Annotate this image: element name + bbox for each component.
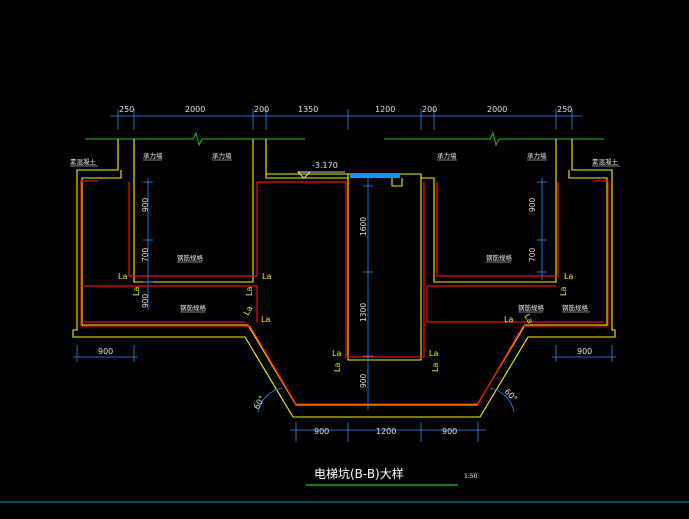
angle-right-text: 60° [503, 387, 519, 403]
la-label: La [522, 313, 535, 326]
dim-text: 250 [557, 105, 572, 114]
vdim-text: 900 [141, 197, 150, 212]
side-dimensions [73, 345, 616, 362]
elevation-hatch [350, 174, 400, 178]
angle-left-text: 60° [252, 394, 267, 411]
la-label: La [262, 272, 271, 281]
la-label: La [242, 304, 255, 317]
label-text: 承力墙 [527, 151, 547, 160]
dim-text: 1200 [376, 427, 396, 436]
dim-text: 250 [119, 105, 134, 114]
label-text: 钢筋规格 [177, 253, 204, 262]
vdim-text: 700 [141, 247, 150, 262]
dim-text: 2000 [487, 105, 507, 114]
concrete-outline [72, 139, 616, 418]
dim-text: 900 [442, 427, 457, 436]
top-dimension-line [110, 109, 582, 130]
label-text: 钢筋规格 [180, 303, 207, 312]
dim-text: 1350 [298, 105, 318, 114]
label-text: 承力墙 [437, 151, 457, 160]
dim-text: 2000 [185, 105, 205, 114]
la-label: La [332, 349, 341, 358]
la-label: La [429, 349, 438, 358]
label-text: 钢筋规格 [562, 303, 589, 312]
dim-text: 1200 [375, 105, 395, 114]
label-text: 素混凝土 [592, 157, 619, 166]
drawing-scale: 1:50 [464, 473, 478, 480]
label-text: 钢筋规格 [486, 253, 513, 262]
elevator-pit-section-drawing: 250 2000 200 1350 1200 200 2000 250 -3.1… [0, 105, 689, 503]
vertical-dims: 900 700 900 1600 1300 900 900 700 [141, 197, 537, 388]
center-markers [143, 178, 547, 410]
label-text: 素混凝土 [70, 157, 97, 166]
elevation-text: -3.170 [312, 161, 338, 170]
vdim-text: 900 [528, 197, 537, 212]
la-label: La [132, 287, 141, 296]
vdim-text: 900 [359, 373, 368, 388]
vdim-text: 700 [528, 247, 537, 262]
vdim-text: 900 [141, 293, 150, 308]
vdim-text: 1600 [359, 217, 368, 236]
la-label: La [564, 272, 573, 281]
la-label: La [504, 315, 513, 324]
vdim-text: 1300 [359, 303, 368, 322]
la-label: La [431, 363, 440, 372]
dim-text: 900 [314, 427, 329, 436]
right-offset-text: 900 [577, 347, 592, 356]
la-label: La [245, 287, 254, 296]
drawing-title: 电梯坑(B-B)大样 [314, 466, 404, 481]
ground-line-right [384, 131, 604, 147]
elevation-marker: -3.170 [297, 161, 400, 179]
annotations: 素混凝土 承力墙 承力墙 承力墙 承力墙 素混凝土 钢筋规格 钢筋规格 钢筋规格… [70, 151, 620, 313]
la-label: La [261, 315, 270, 324]
dim-text: 200 [254, 105, 269, 114]
la-label: La [118, 272, 127, 281]
la-label: La [559, 287, 568, 296]
dim-text: 200 [422, 105, 437, 114]
angle-markers [257, 387, 515, 413]
label-text: 承力墙 [143, 151, 163, 160]
left-offset-text: 900 [98, 347, 113, 356]
label-text: 钢筋规格 [518, 303, 545, 312]
label-text: 承力墙 [212, 151, 232, 160]
top-dimension-texts: 250 2000 200 1350 1200 200 2000 250 [119, 105, 572, 114]
rebar-lines [80, 180, 609, 405]
la-label: La [333, 363, 342, 372]
